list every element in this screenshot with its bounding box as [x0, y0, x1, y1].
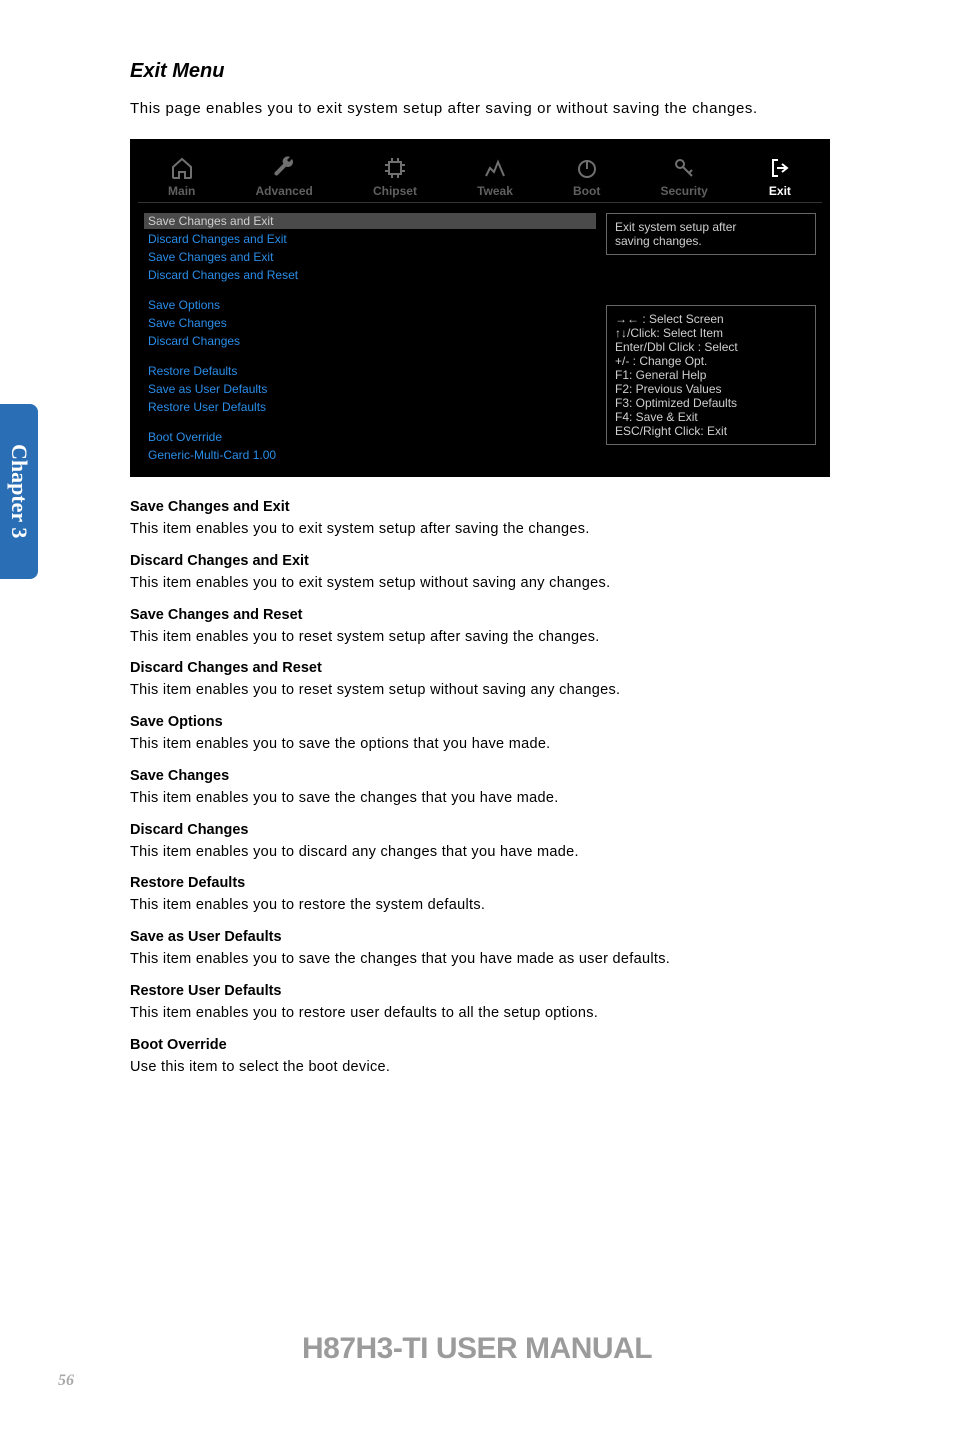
- bios-tab-advanced[interactable]: Advanced: [256, 156, 313, 198]
- bios-tab-security[interactable]: Security: [660, 156, 707, 198]
- descriptions: Save Changes and Exit This item enables …: [130, 499, 830, 1078]
- desc-title: Save as User Defaults: [130, 929, 830, 945]
- bios-help-key: F1: General Help: [615, 368, 807, 382]
- bios-menu-item[interactable]: Discard Changes and Reset: [144, 267, 596, 283]
- bios-tab-label: Advanced: [256, 184, 313, 198]
- bios-menu-item[interactable]: Discard Changes and Exit: [144, 231, 596, 247]
- bios-menu-item[interactable]: Restore User Defaults: [144, 399, 596, 415]
- bios-help-keys: →← : Select Screen ↑↓/Click: Select Item…: [606, 305, 816, 445]
- bios-tab-label: Boot: [573, 184, 600, 198]
- bios-tab-label: Exit: [769, 184, 791, 198]
- bios-menu-item[interactable]: Boot Override: [144, 429, 596, 445]
- bios-tabbar: Main Advanced Chipset Tweak: [138, 147, 822, 203]
- desc-text: This item enables you to restore the sys…: [130, 895, 830, 917]
- bios-menu-item[interactable]: Restore Defaults: [144, 363, 596, 379]
- bios-tab-label: Chipset: [373, 184, 417, 198]
- page-number: 56: [58, 1372, 74, 1390]
- bios-tab-label: Main: [168, 184, 195, 198]
- footer-title: H87H3-TI USER MANUAL: [0, 1332, 954, 1366]
- desc-text: This item enables you to save the change…: [130, 788, 830, 810]
- bios-body: Save Changes and Exit Discard Changes an…: [138, 203, 822, 469]
- desc-text: This item enables you to exit system set…: [130, 573, 830, 595]
- wrench-icon: [272, 156, 296, 180]
- bios-help-key: →← : Select Screen: [615, 312, 807, 326]
- desc-text: This item enables you to reset system se…: [130, 627, 830, 649]
- desc-text: Use this item to select the boot device.: [130, 1057, 830, 1079]
- bios-help-key: F4: Save & Exit: [615, 410, 807, 424]
- desc-title: Save Changes and Exit: [130, 499, 830, 515]
- chapter-side-tab-label: Chapter 3: [6, 444, 32, 538]
- bios-help-text: Exit system setup after: [615, 220, 807, 234]
- desc-title: Restore User Defaults: [130, 983, 830, 999]
- desc-text: This item enables you to restore user de…: [130, 1003, 830, 1025]
- bios-help-key: ↑↓/Click: Select Item: [615, 326, 807, 340]
- page-content: Exit Menu This page enables you to exit …: [130, 60, 830, 1078]
- key-icon: [672, 156, 696, 180]
- bios-menu-item[interactable]: Save as User Defaults: [144, 381, 596, 397]
- bios-help-description: Exit system setup after saving changes.: [606, 213, 816, 255]
- desc-text: This item enables you to reset system se…: [130, 680, 830, 702]
- desc-title: Discard Changes: [130, 822, 830, 838]
- desc-title: Boot Override: [130, 1037, 830, 1053]
- bios-menu-item[interactable]: Discard Changes: [144, 333, 596, 349]
- bios-tab-label: Tweak: [477, 184, 513, 198]
- tweak-icon: [483, 156, 507, 180]
- bios-menu-item[interactable]: Save Changes and Exit: [144, 213, 596, 229]
- bios-tab-exit[interactable]: Exit: [768, 156, 792, 198]
- bios-help-key: F3: Optimized Defaults: [615, 396, 807, 410]
- desc-title: Discard Changes and Reset: [130, 660, 830, 676]
- bios-help-panel: Exit system setup after saving changes. …: [606, 213, 816, 463]
- power-icon: [575, 156, 599, 180]
- desc-text: This item enables you to discard any cha…: [130, 842, 830, 864]
- bios-menu-item[interactable]: Save Changes and Exit: [144, 249, 596, 265]
- bios-help-key: Enter/Dbl Click : Select: [615, 340, 807, 354]
- chipset-icon: [383, 156, 407, 180]
- bios-tab-chipset[interactable]: Chipset: [373, 156, 417, 198]
- exit-icon: [768, 156, 792, 180]
- bios-help-text: saving changes.: [615, 234, 807, 248]
- bios-tab-main[interactable]: Main: [168, 156, 195, 198]
- bios-tab-boot[interactable]: Boot: [573, 156, 600, 198]
- bios-tab-label: Security: [660, 184, 707, 198]
- bios-help-key: F2: Previous Values: [615, 382, 807, 396]
- bios-help-key: +/- : Change Opt.: [615, 354, 807, 368]
- bios-menu-item[interactable]: Save Options: [144, 297, 596, 313]
- home-icon: [170, 156, 194, 180]
- desc-title: Discard Changes and Exit: [130, 553, 830, 569]
- desc-title: Save Options: [130, 714, 830, 730]
- bios-screenshot: Main Advanced Chipset Tweak: [130, 139, 830, 477]
- desc-title: Restore Defaults: [130, 875, 830, 891]
- bios-menu-list: Save Changes and Exit Discard Changes an…: [144, 213, 596, 463]
- desc-text: This item enables you to exit system set…: [130, 519, 830, 541]
- desc-text: This item enables you to save the change…: [130, 949, 830, 971]
- chapter-side-tab: Chapter 3: [0, 404, 38, 579]
- bios-menu-item[interactable]: Save Changes: [144, 315, 596, 331]
- section-heading: Exit Menu: [130, 60, 830, 83]
- desc-title: Save Changes: [130, 768, 830, 784]
- section-intro: This page enables you to exit system set…: [130, 97, 830, 121]
- bios-menu-item[interactable]: Generic-Multi-Card 1.00: [144, 447, 596, 463]
- desc-text: This item enables you to save the option…: [130, 734, 830, 756]
- bios-help-key: ESC/Right Click: Exit: [615, 424, 807, 438]
- desc-title: Save Changes and Reset: [130, 607, 830, 623]
- bios-tab-tweak[interactable]: Tweak: [477, 156, 513, 198]
